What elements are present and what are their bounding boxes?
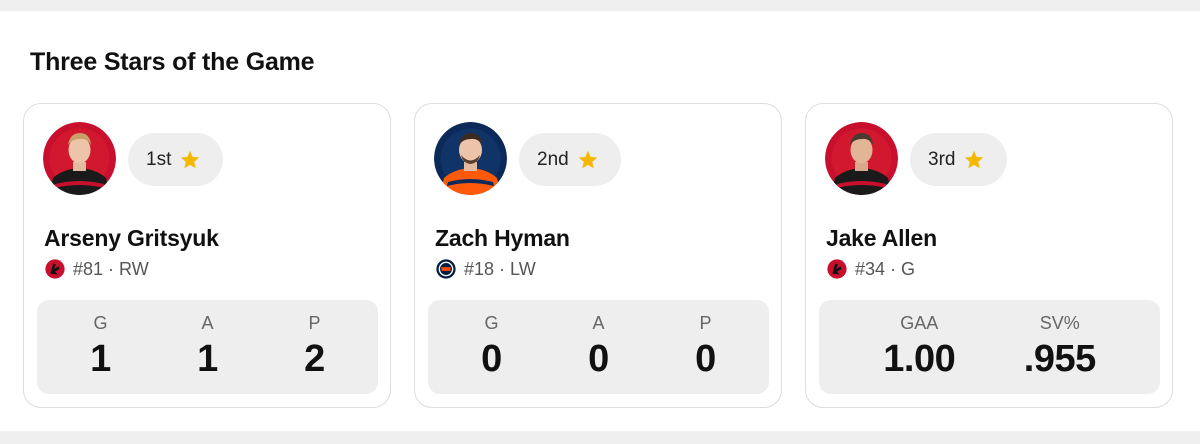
stat-value: 0: [481, 338, 502, 380]
player-avatar: [43, 122, 116, 195]
number-position: #34 · G: [855, 258, 916, 279]
rank-label: 2nd: [537, 148, 569, 170]
star-card-2[interactable]: 2nd Zach Hyman #18 · LW G 0 A 0 P 0: [414, 103, 782, 408]
stat-goals: G 1: [71, 313, 131, 381]
stat-label: GAA: [900, 313, 939, 333]
rank-badge: 2nd: [519, 133, 621, 186]
star-icon: [181, 150, 200, 168]
bottom-divider-band: [0, 431, 1200, 444]
player-avatar: [434, 122, 507, 195]
star-card-1[interactable]: 1st Arseny Gritsyuk #81 · RW G 1 A 1 P 2: [23, 103, 391, 408]
player-avatar: [825, 122, 898, 195]
section-title: Three Stars of the Game: [30, 48, 315, 76]
stat-label: SV%: [1039, 313, 1080, 333]
stat-save-percentage: SV% .955: [1024, 313, 1096, 381]
stat-value: 1.00: [883, 338, 956, 380]
stat-value: 1: [197, 338, 218, 380]
stat-value: 0: [695, 338, 716, 380]
stat-label: P: [699, 313, 712, 333]
stat-label: A: [592, 313, 605, 333]
player-meta: #18 · LW: [435, 258, 536, 280]
stat-value: .955: [1023, 338, 1096, 380]
rank-badge: 1st: [128, 133, 224, 186]
player-meta: #81 · RW: [44, 258, 149, 280]
player-name[interactable]: Zach Hyman: [435, 225, 570, 252]
star-icon: [578, 150, 597, 168]
rank-label: 3rd: [928, 148, 956, 170]
stat-label: G: [93, 313, 108, 333]
stat-assists: A 0: [569, 313, 629, 381]
player-meta: #34 · G: [826, 258, 915, 280]
star-card-3[interactable]: 3rd Jake Allen #34 · G GAA 1.00 SV% .955: [805, 103, 1173, 408]
number-position: #81 · RW: [73, 258, 149, 279]
stat-value: 2: [304, 338, 325, 380]
stat-goals: G 0: [462, 313, 522, 381]
stat-label: G: [484, 313, 499, 333]
player-name[interactable]: Arseny Gritsyuk: [44, 225, 219, 252]
rank-badge: 3rd: [910, 133, 1008, 186]
new-jersey-devils-logo-icon: [45, 259, 65, 279]
number-position: #18 · LW: [464, 258, 536, 279]
star-icon: [965, 150, 984, 168]
stat-label: P: [308, 313, 321, 333]
rank-label: 1st: [146, 148, 172, 170]
top-divider-band: [0, 0, 1200, 11]
stat-points: P 2: [285, 313, 345, 381]
new-jersey-devils-logo-icon: [827, 259, 847, 279]
stat-value: 0: [588, 338, 609, 380]
stat-points: P 0: [676, 313, 736, 381]
edmonton-oilers-logo-icon: [436, 259, 456, 279]
stat-value: 1: [90, 338, 111, 380]
stats-box: GAA 1.00 SV% .955: [819, 300, 1160, 394]
stats-box: G 0 A 0 P 0: [428, 300, 769, 394]
player-name[interactable]: Jake Allen: [826, 225, 937, 252]
stat-label: A: [201, 313, 214, 333]
stats-box: G 1 A 1 P 2: [37, 300, 378, 394]
stat-assists: A 1: [178, 313, 238, 381]
stat-gaa: GAA 1.00: [883, 313, 955, 381]
